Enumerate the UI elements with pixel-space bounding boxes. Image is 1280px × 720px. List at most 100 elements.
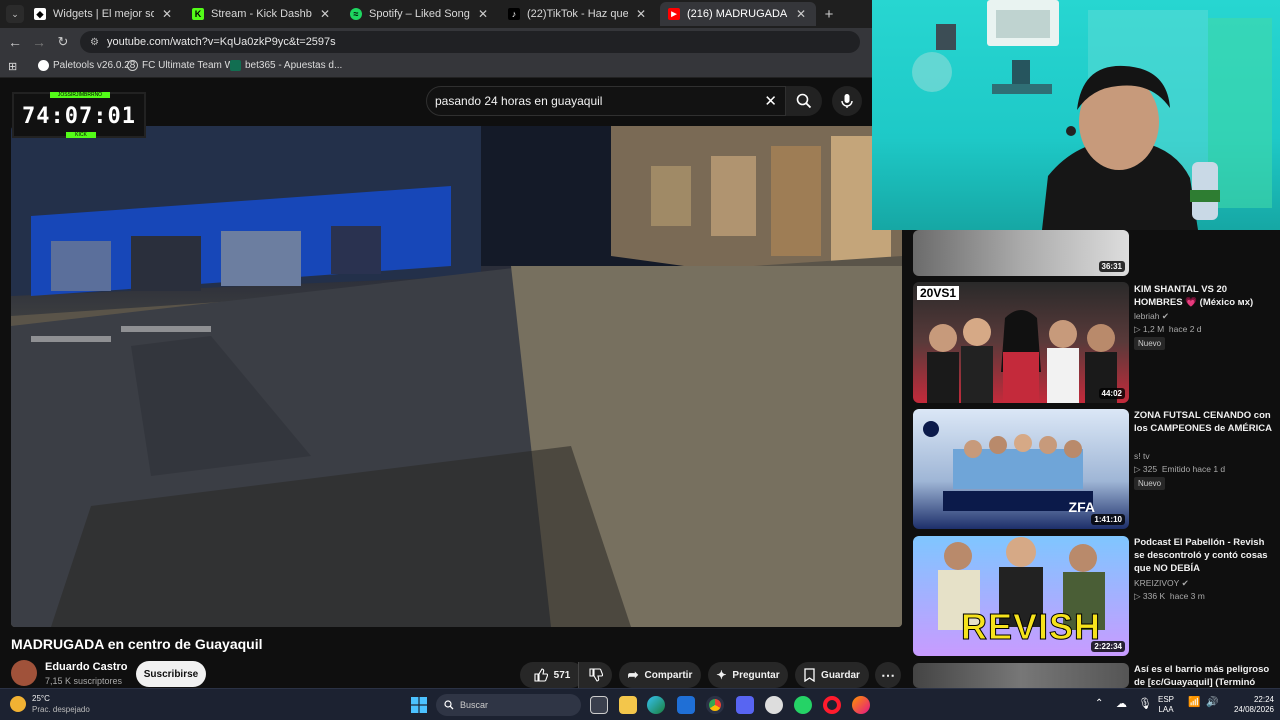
microphone-icon [841,94,853,108]
tab-widgets[interactable]: ◆ Widgets | El mejor software para ✕ [26,2,182,26]
recommendation-meta: ▷ 1,2 M hace 2 d [1134,324,1202,334]
channel-name[interactable]: Eduardo Castro [45,661,128,673]
sparkle-icon: ✦ [716,668,727,682]
weather-widget[interactable]: 25°C Prac. despejado [10,693,90,715]
reload-icon[interactable]: ↻ [54,33,72,51]
close-tab-icon[interactable]: ✕ [160,7,174,21]
channel-avatar[interactable] [11,660,37,686]
recommendation-title[interactable]: Podcast El Pabellón - Revish se descontr… [1134,536,1274,575]
recommendation-title[interactable]: ZONA FUTSAL CENANDO con los CAMPEONES de… [1134,409,1274,435]
tab-kick-dashboard[interactable]: K Stream - Kick Dashboard ✕ [184,2,340,26]
recommendation-channel[interactable]: KREIZIVOY ✔ [1134,578,1189,589]
view-count: 1,2 M [1142,324,1165,334]
thumbnail-revish-text: REVISH [960,606,1102,648]
bookmark-label: bet365 - Apuestas d... [245,60,343,71]
recommendation-meta: ▷ 325 Emitido hace 1 d [1134,464,1226,474]
subscribe-button[interactable]: Suscribirse [136,661,206,687]
site-info-icon[interactable]: ⚙ [90,37,99,48]
save-button[interactable]: Guardar [795,662,869,688]
tab-title: Spotify – Liked Songs [369,8,470,20]
video-player[interactable] [11,126,902,627]
clock-date: 24/08/2026 [1233,705,1274,714]
ask-button[interactable]: ✦ Preguntar [708,662,788,688]
youtube-favicon-icon: ▶ [668,8,680,20]
like-count: 571 [553,669,571,681]
microphone-tray-icon[interactable]: 🎙 [1138,697,1152,710]
tab-tiktok[interactable]: ♪ (22)TikTok - Haz que tu día sea ✕ [500,2,656,26]
language-code: ESP [1158,695,1175,704]
tab-spotify[interactable]: ≈ Spotify – Liked Songs ✕ [342,2,498,26]
recommendation-title[interactable]: KIM SHANTAL VS 20 HOMBRES 💗 (México ᴍx) [1134,283,1274,309]
wifi-icon[interactable]: 📶 [1188,697,1200,708]
close-tab-icon[interactable]: ✕ [476,7,490,21]
recommendation-title[interactable]: Así es el barrio más peligroso de [ɛc/Gu… [1134,663,1274,688]
view-count: 336 K [1142,591,1166,601]
whatsapp-icon[interactable] [794,696,812,714]
tray-chevron-icon[interactable]: ⌃ [1095,698,1103,709]
clear-search-icon[interactable]: ✕ [764,92,777,110]
stream-timer-overlay: JOSSIRJIMBRRNO 74:07:01 KICK [12,92,146,138]
edge-icon[interactable] [647,696,665,714]
recommendation-thumbnail-1[interactable]: 36:31 [913,230,1129,276]
discord-icon[interactable] [736,696,754,714]
clock[interactable]: 22:24 24/08/2026 [1226,695,1274,715]
keyboard-layout: LAA [1158,705,1174,714]
new-tab-button[interactable]: + [820,5,838,23]
recommendation-channel[interactable]: s! tv [1134,451,1150,461]
timer-value: 74:07:01 [22,104,136,129]
recommendation-thumbnail-2[interactable]: 20VS1 44:02 [913,282,1129,403]
tab-search-button[interactable]: ⌄ [6,5,24,23]
recommendation-channel[interactable]: lebriah ✔ [1134,311,1169,322]
save-label: Guardar [821,669,860,681]
bookmark-paletools[interactable]: Paletools v26.0.28 [38,60,135,71]
url-field[interactable]: ⚙ youtube.com/watch?v=KqUa0zkP9yc&t=2597… [80,31,860,53]
volume-icon[interactable]: 🔊 [1206,697,1218,708]
more-actions-button[interactable]: ⋯ [875,662,901,688]
task-view-icon[interactable] [590,696,608,714]
close-tab-icon[interactable]: ✕ [318,7,332,21]
new-badge: Nuevo [1134,477,1166,490]
like-button[interactable]: 571 [520,662,584,688]
channel-name: KREIZIVOY [1134,578,1180,588]
bookmark-bet365[interactable]: bet365 - Apuestas d... [230,60,342,71]
file-explorer-icon[interactable] [619,696,637,714]
firefox-icon[interactable] [852,696,870,714]
forward-arrow-icon[interactable]: → [30,33,48,51]
tab-youtube-active[interactable]: ▶ (216) MADRUGADA en centro de ✕ [660,2,816,26]
share-icon: ➦ [627,667,639,682]
taskbar-search-placeholder: Buscar [460,700,489,710]
close-tab-icon[interactable]: ✕ [794,7,808,21]
tab-title: (22)TikTok - Haz que tu día sea [527,8,628,20]
tab-title: Stream - Kick Dashboard [211,8,312,20]
opera-icon[interactable] [823,696,841,714]
github-icon[interactable] [765,696,783,714]
recommendation-thumbnail-3[interactable]: ZFA 1:41:10 [913,409,1129,529]
bookmark-fc-ultimate[interactable]: FC Ultimate Team W... [127,60,242,71]
url-text: youtube.com/watch?v=KqUa0zkP9yc&t=2597s [106,36,336,48]
recommendation-thumbnail-5[interactable] [913,663,1129,688]
language-indicator[interactable]: ESP LAA [1158,695,1174,715]
network-icon[interactable]: ☁ [1116,697,1127,710]
recommendation-thumbnail-4[interactable]: REVISH 2:22:34 [913,536,1129,656]
voice-search-button[interactable] [832,86,862,116]
thumbnail-people-image [927,310,1117,403]
tab-title: Widgets | El mejor software para [53,8,154,20]
taskbar-search-box[interactable]: Buscar [436,694,581,716]
share-button[interactable]: ➦ Compartir [619,662,701,688]
search-input[interactable]: pasando 24 horas en guayaquil ✕ [426,86,786,116]
start-button[interactable] [411,697,427,713]
share-label: Compartir [644,669,693,681]
search-button[interactable] [786,86,822,116]
store-icon[interactable] [677,696,695,714]
close-tab-icon[interactable]: ✕ [634,7,648,21]
windows-taskbar: 25°C Prac. despejado Buscar ⌃ ☁ 🎙 ESP LA… [0,688,1280,720]
search-query-text: pasando 24 horas en guayaquil [435,94,603,108]
spotify-favicon-icon: ≈ [350,8,362,20]
timer-bottom-label: KICK [66,132,96,138]
apps-grid-icon[interactable]: ⊞ [8,60,17,73]
streamer-webcam-overlay [872,0,1280,230]
back-arrow-icon[interactable]: ← [6,33,24,51]
chrome-icon[interactable] [706,696,724,714]
dislike-button[interactable] [578,662,612,688]
video-title: MADRUGADA en centro de Guayaquil [11,636,263,652]
